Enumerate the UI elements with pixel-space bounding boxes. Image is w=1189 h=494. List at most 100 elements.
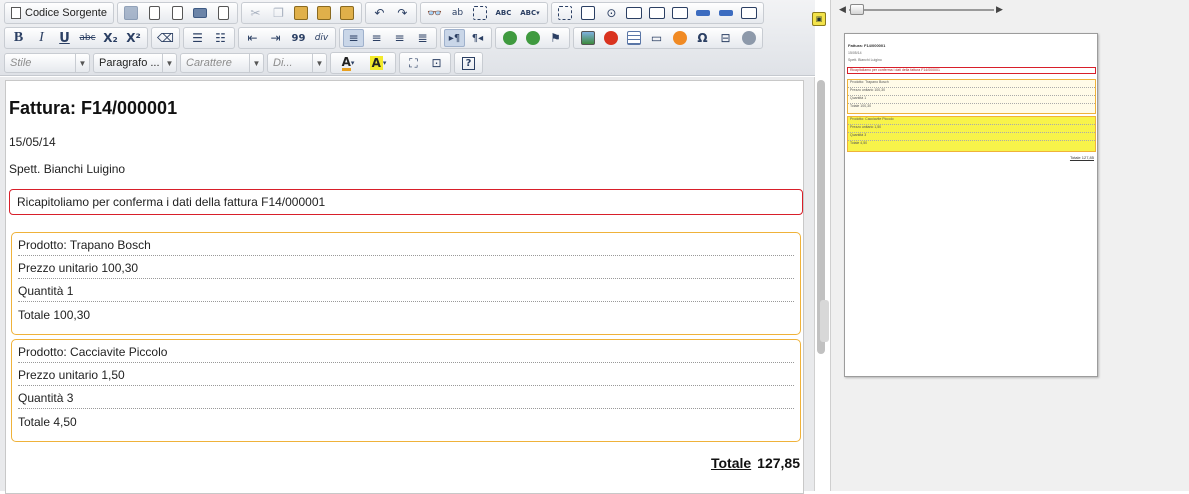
zoom-out-icon[interactable]: ◀ [839,4,846,15]
textfield-button[interactable] [624,4,645,22]
image-button[interactable] [577,29,598,47]
text-color-button[interactable]: A ▾ [334,54,362,72]
grand-total-label: Totale [710,455,752,471]
horizontal-rule-button[interactable]: ▭ [646,29,667,47]
iframe-button[interactable] [738,29,759,47]
textarea-icon [649,7,666,19]
product-quantity: Quantità 1 [18,279,794,302]
justify-button[interactable]: ≣ [412,29,433,47]
pane-resize-handle[interactable] [820,300,829,342]
source-button[interactable]: Codice Sorgente [7,4,111,22]
scayt-button[interactable]: ABC ▾ [516,4,544,22]
product-name: Prodotto: Cacciavite Piccolo [18,340,794,363]
special-char-button[interactable]: Ω [692,29,713,47]
remove-format-button[interactable]: ⌫ [155,29,176,47]
unlink-button[interactable] [522,29,543,47]
underline-button[interactable]: U [54,29,75,47]
bg-color-button[interactable]: A ▾ [364,54,392,72]
new-page-button[interactable] [144,4,165,22]
select-field-icon [672,7,689,19]
link-button[interactable] [499,29,520,47]
zoom-in-icon[interactable]: ▶ [996,4,1003,15]
undo-button[interactable]: ↶ [369,4,390,22]
cut-button[interactable]: ✂ [245,4,266,22]
checkbox-button[interactable] [578,4,599,22]
italic-button[interactable]: I [31,29,52,47]
subscript-button[interactable]: X₂ [100,29,121,47]
align-right-button[interactable]: ≡ [389,29,410,47]
paste-word-button[interactable] [337,4,358,22]
new-page-icon [148,6,160,20]
align-center-button[interactable]: ≡ [366,29,387,47]
hidden-field-button[interactable] [739,4,760,22]
toolbar-row-3: Stile ▼ Paragrafo ... ▼ Carattere ▼ Di..… [4,52,486,74]
show-blocks-button[interactable]: ⊡ [426,54,447,72]
document-page[interactable]: Fattura: F14/000001 15/05/14 Spett. Bian… [5,80,804,494]
link-icon [502,31,517,45]
preview-recap: Ricapitoliamo per conferma i dati della … [847,67,1096,74]
textarea-button[interactable] [647,4,668,22]
copy-button[interactable]: ❐ [268,4,289,22]
invoice-title: Fattura: F14/000001 [9,98,178,118]
table-button[interactable] [623,29,644,47]
format-combo[interactable]: Paragrafo ... ▼ [93,53,177,73]
zoom-slider-thumb[interactable] [850,4,864,15]
strike-button[interactable]: abc [77,29,98,47]
preview-line: Totale 4,50 [850,141,868,145]
maximize-button[interactable]: ⛶ [403,54,424,72]
page-break-button[interactable]: ⊟ [715,29,736,47]
preview-toggle-icon[interactable]: ▣ [812,12,826,26]
numbered-list-button[interactable]: ☰ [187,29,208,47]
preview-button[interactable] [167,4,188,22]
replace-button[interactable]: ab [447,4,468,22]
preview-line: Quantità 1 [848,96,1095,104]
superscript-button[interactable]: X² [123,29,144,47]
paste-text-button[interactable] [314,4,335,22]
anchor-button[interactable]: ⚑ [545,29,566,47]
bulleted-list-button[interactable]: ☷ [210,29,231,47]
indent-group: ⇤ ⇥ 99 div [238,27,336,49]
button-field-button[interactable] [693,4,714,22]
select-field-button[interactable] [670,4,691,22]
styles-combo[interactable]: Stile ▼ [4,53,90,73]
form-button[interactable] [555,4,576,22]
print-button[interactable] [190,4,211,22]
font-combo[interactable]: Carattere ▼ [180,53,264,73]
redo-button[interactable]: ↷ [392,4,413,22]
paste-button[interactable] [291,4,312,22]
blockquote-button[interactable]: 99 [288,29,309,47]
binoculars-icon: 👓 [426,6,442,20]
bold-button[interactable]: B [8,29,29,47]
indent-icon: ⇥ [270,31,281,45]
find-group: 👓 ab ABC ABC ▾ [419,2,548,24]
image-button-field-button[interactable] [716,4,737,22]
rtl-button[interactable]: ¶◂ [467,29,488,47]
font-combo-value: Carattere [186,57,232,69]
zoom-slider[interactable]: ◀ ▶ [839,3,1009,17]
preview-thumbnail-page[interactable]: Fattura: F14/000001 15/05/14 Spett. Bian… [844,33,1098,377]
select-all-button[interactable] [470,4,491,22]
ltr-button[interactable]: ▸¶ [444,29,465,47]
outdent-button[interactable]: ⇤ [242,29,263,47]
align-left-button[interactable]: ≡ [343,29,364,47]
flash-button[interactable] [600,29,621,47]
button-field-icon [696,10,711,16]
radio-button[interactable]: ⊙ [601,4,622,22]
spellcheck-button[interactable]: ABC [493,4,514,22]
numbered-list-icon: ☰ [192,31,203,45]
smiley-button[interactable] [669,29,690,47]
form-icon [558,6,573,20]
document-scrollbar-track [814,77,815,491]
flag-icon: ⚑ [550,31,561,45]
ltr-icon: ▸¶ [448,32,461,44]
save-button[interactable] [121,4,142,22]
indent-button[interactable]: ⇥ [265,29,286,47]
div-button[interactable]: div [311,29,332,47]
redo-icon: ↷ [397,6,408,20]
about-button[interactable]: ? [458,54,479,72]
bulleted-list-icon: ☷ [215,31,226,45]
find-button[interactable]: 👓 [424,4,445,22]
templates-button[interactable] [213,4,234,22]
size-combo[interactable]: Di... ▼ [267,53,327,73]
recap-text: Ricapitoliamo per conferma i dati della … [17,195,326,209]
